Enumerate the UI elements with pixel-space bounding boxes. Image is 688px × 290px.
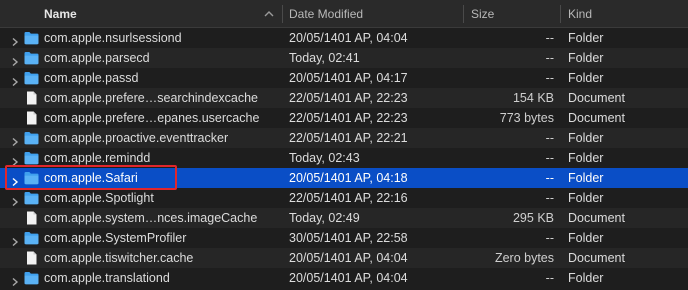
column-header-name[interactable]: Name <box>44 0 284 28</box>
date-modified: 20/05/1401 AP, 04:18 <box>289 171 408 185</box>
column-header-date-modified[interactable]: Date Modified <box>289 0 459 28</box>
file-name: com.apple.translationd <box>44 271 170 285</box>
date-modified: 22/05/1401 AP, 22:23 <box>289 111 408 125</box>
folder-row[interactable]: com.apple.Spotlight 22/05/1401 AP, 22:16 -… <box>0 188 688 208</box>
file-size: -- <box>545 231 554 245</box>
date-modified: 20/05/1401 AP, 04:04 <box>289 271 408 285</box>
file-size: 295 KB <box>512 211 554 225</box>
file-size: -- <box>545 131 554 145</box>
folder-row[interactable]: com.apple.proactive.eventtracker 22/05/14… <box>0 128 688 148</box>
date-modified: Today, 02:49 <box>289 211 360 225</box>
file-name: com.apple.Safari <box>44 171 138 185</box>
file-name: com.apple.Spotlight <box>44 191 154 205</box>
column-header-size[interactable]: Size <box>471 0 551 28</box>
file-kind: Folder <box>568 191 604 205</box>
disclosure-chevron-icon[interactable] <box>11 233 19 247</box>
document-row[interactable]: com.apple.system…nces.imageCache Today, 0… <box>0 208 688 228</box>
folder-icon <box>24 31 39 45</box>
file-kind: Document <box>568 251 625 265</box>
date-modified: Today, 02:41 <box>289 51 360 65</box>
folder-icon <box>24 271 39 285</box>
file-kind: Folder <box>568 71 604 85</box>
folder-icon <box>24 231 39 245</box>
file-name: com.apple.SystemProfiler <box>44 231 187 245</box>
file-kind: Folder <box>568 51 604 65</box>
file-size: 773 bytes <box>499 111 554 125</box>
folder-row[interactable]: com.apple.passd 20/05/1401 AP, 04:17 -- Fol… <box>0 68 688 88</box>
file-kind: Folder <box>568 31 604 45</box>
file-size: -- <box>545 271 554 285</box>
file-name: com.apple.parsecd <box>44 51 150 65</box>
file-name: com.apple.prefere…searchindexcache <box>44 91 259 105</box>
folder-row[interactable]: com.apple.nsurlsessiond 20/05/1401 AP, 04… <box>0 28 688 48</box>
folder-row[interactable]: com.apple.parsecd Today, 02:41 -- Folder <box>0 48 688 68</box>
file-size: -- <box>545 151 554 165</box>
column-header-kind[interactable]: Kind <box>568 0 678 28</box>
folder-row[interactable]: com.apple.translationd 20/05/1401 AP, 04:… <box>0 268 688 288</box>
file-size: -- <box>545 191 554 205</box>
disclosure-chevron-icon[interactable] <box>11 33 19 47</box>
date-modified: 22/05/1401 AP, 22:16 <box>289 191 408 205</box>
document-row[interactable]: com.apple.prefere…epanes.usercache 22/05/… <box>0 108 688 128</box>
document-icon <box>24 91 39 105</box>
file-size: -- <box>545 171 554 185</box>
folder-row[interactable]: com.apple.Safari 20/05/1401 AP, 04:18 -- Fo… <box>0 168 688 188</box>
date-modified: 22/05/1401 AP, 22:23 <box>289 91 408 105</box>
file-kind: Document <box>568 111 625 125</box>
file-size: -- <box>545 51 554 65</box>
file-name: com.apple.proactive.eventtracker <box>44 131 229 145</box>
column-divider[interactable] <box>282 5 283 23</box>
document-icon <box>24 111 39 125</box>
file-kind: Folder <box>568 271 604 285</box>
file-name: com.apple.nsurlsessiond <box>44 31 182 45</box>
disclosure-chevron-icon[interactable] <box>11 73 19 87</box>
file-kind: Folder <box>568 231 604 245</box>
date-modified: 30/05/1401 AP, 22:58 <box>289 231 408 245</box>
file-kind: Document <box>568 211 625 225</box>
disclosure-chevron-icon[interactable] <box>11 133 19 147</box>
disclosure-chevron-icon[interactable] <box>11 153 19 167</box>
disclosure-chevron-icon[interactable] <box>11 193 19 207</box>
document-row[interactable]: com.apple.prefere…searchindexcache 22/05/… <box>0 88 688 108</box>
file-size: Zero bytes <box>494 251 554 265</box>
folder-icon <box>24 191 39 205</box>
folder-icon <box>24 151 39 165</box>
column-divider[interactable] <box>463 5 464 23</box>
document-icon <box>24 251 39 265</box>
file-kind: Folder <box>568 171 604 185</box>
finder-list-view: Name Date Modified Size Kind com.apple.n… <box>0 0 688 290</box>
folder-icon <box>24 51 39 65</box>
file-kind: Document <box>568 91 625 105</box>
file-name: com.apple.remindd <box>44 151 151 165</box>
folder-row[interactable]: com.apple.remindd Today, 02:43 -- Folder <box>0 148 688 168</box>
column-header: Name Date Modified Size Kind <box>0 0 688 28</box>
date-modified: 20/05/1401 AP, 04:17 <box>289 71 408 85</box>
file-name: com.apple.tiswitcher.cache <box>44 251 194 265</box>
date-modified: 20/05/1401 AP, 04:04 <box>289 251 408 265</box>
file-kind: Folder <box>568 151 604 165</box>
folder-icon <box>24 131 39 145</box>
file-name: com.apple.passd <box>44 71 139 85</box>
document-icon <box>24 211 39 225</box>
folder-row[interactable]: com.apple.SystemProfiler 30/05/1401 AP, 2… <box>0 228 688 248</box>
folder-icon <box>24 71 39 85</box>
folder-icon <box>24 171 39 185</box>
disclosure-chevron-icon[interactable] <box>11 273 19 287</box>
file-size: -- <box>545 71 554 85</box>
disclosure-chevron-icon[interactable] <box>11 173 19 187</box>
file-kind: Folder <box>568 131 604 145</box>
date-modified: Today, 02:43 <box>289 151 360 165</box>
file-size: -- <box>545 31 554 45</box>
file-name: com.apple.system…nces.imageCache <box>44 211 258 225</box>
file-name: com.apple.prefere…epanes.usercache <box>44 111 260 125</box>
date-modified: 22/05/1401 AP, 22:21 <box>289 131 408 145</box>
file-list: com.apple.nsurlsessiond 20/05/1401 AP, 04… <box>0 28 688 288</box>
document-row[interactable]: com.apple.tiswitcher.cache 20/05/1401 AP,… <box>0 248 688 268</box>
file-size: 154 KB <box>512 91 554 105</box>
sort-ascending-icon[interactable] <box>264 9 274 19</box>
column-divider[interactable] <box>560 5 561 23</box>
date-modified: 20/05/1401 AP, 04:04 <box>289 31 408 45</box>
disclosure-chevron-icon[interactable] <box>11 53 19 67</box>
